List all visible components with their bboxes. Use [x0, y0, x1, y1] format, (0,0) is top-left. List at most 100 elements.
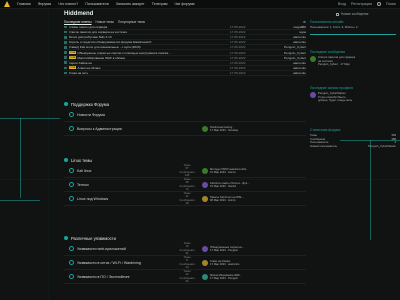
thread-icon	[64, 30, 67, 34]
section-support: Поддержка Форума Новости Форума Вопросы к …	[64, 100, 306, 136]
forum-name[interactable]: Kali linux	[77, 169, 172, 173]
thread-date: 17.05.2022	[230, 65, 246, 70]
thread-title[interactable]: Серия Хайна на	[69, 61, 230, 65]
avatar[interactable]	[202, 167, 208, 174]
forum-name[interactable]: Уязвимости в ПО / Эксплойтинг	[77, 275, 172, 279]
latest-threads-block: Последние ответы Новые темы Популярные т…	[64, 19, 306, 76]
thread-title[interactable]: Атаки на облако	[77, 66, 230, 70]
circuit-line	[370, 140, 371, 240]
forum-last-post[interactable]: Kali-linux пакеты Termux - Для... 15 Мар …	[202, 181, 306, 188]
thread-title[interactable]: Релиз дистрибутива Tails 4.13	[69, 35, 230, 39]
thread-tag[interactable]: Слив	[68, 56, 77, 60]
thread-date: 17.05.2022	[230, 50, 246, 55]
thread-row[interactable]: Атака на сеть 17.05.2022 aiarrenko	[64, 71, 306, 76]
page-title: Hiddmend	[64, 11, 94, 17]
tab-latest[interactable]: Последние ответы	[64, 20, 92, 24]
nav-home[interactable]: Главная	[17, 2, 31, 6]
section-icon	[64, 102, 68, 106]
section-vulns: Различные уязвимости Уязвимости web-прило…	[64, 234, 306, 284]
tab-new[interactable]: Новые темы	[96, 20, 114, 24]
thread-author[interactable]: Penguin_Cyberi	[270, 51, 306, 55]
forum-icon	[69, 126, 74, 131]
thread-title[interactable]: Масштабирование WAF в облаке	[77, 56, 230, 60]
avatar[interactable]	[310, 56, 316, 62]
thread-icon	[64, 66, 67, 70]
stats-row: Новый пользователь Penguin_CyberMaster	[310, 143, 396, 149]
avatar[interactable]	[202, 273, 208, 280]
forum-last-post[interactable]: Атаки на облако 17 Мар 2023 · aiarrenko	[202, 259, 306, 266]
forum-last-post[interactable]: Обнаруженные открытые... 17 Мар 2023 · Pe…	[202, 245, 306, 252]
thread-tag[interactable]: Слив	[68, 66, 77, 70]
forum-name[interactable]: Termux	[77, 183, 172, 187]
nav-account[interactable]: Записать аккаунт	[116, 2, 145, 6]
thread-author[interactable]: aiarrenko	[270, 35, 306, 39]
thread-date: 17.05.2022	[230, 55, 246, 60]
forum-icon	[69, 260, 74, 265]
thread-tag[interactable]: Слив	[68, 51, 77, 55]
thread-author[interactable]: Penguin_Cyberi	[270, 45, 306, 49]
thread-author[interactable]: aiarrenko	[270, 66, 306, 70]
thread-author[interactable]: Penguin_Cyberi	[270, 56, 306, 60]
last-post-meta: 15 Мар 2023 · Neirkd	[210, 184, 236, 188]
nav-whats-new[interactable]: Что нового?	[58, 2, 78, 6]
logo-icon[interactable]	[4, 1, 10, 7]
forum-name[interactable]: Новости Форума	[77, 113, 172, 117]
forum-row: Termux Темы 38 Сообщения 72 Kali-linux пак…	[64, 177, 306, 192]
forum-row: Linux под Windows Темы 11 Сообщения 18 Пак…	[64, 190, 306, 206]
avatar[interactable]	[202, 259, 208, 266]
thread-title[interactable]: Список пакетов для сервера на хостинге	[69, 30, 230, 34]
forum-stats: Темы 11 Сообщения 18	[179, 190, 195, 205]
forum-name[interactable]: Уязвимости web-приложений	[77, 247, 172, 251]
sidebar-chat: Последние сообщения Список пакетов для с…	[310, 50, 396, 67]
thread-title[interactable]: Атака на сеть	[69, 71, 230, 75]
tab-popular[interactable]: Популярные темы	[118, 20, 145, 24]
avatar[interactable]	[202, 181, 208, 188]
avatar[interactable]	[310, 92, 316, 98]
last-post-meta: 17 Мар 2023 · Penguin	[210, 276, 238, 280]
avatar[interactable]	[202, 125, 208, 132]
stats-key: Новый пользователь	[310, 143, 338, 148]
sidebar-profile-posts: Последние записи профиля Penguin_CyberMa…	[310, 86, 396, 103]
section-icon	[64, 236, 68, 240]
online-heading: Пользователи онлайн	[310, 20, 344, 24]
forum-last-post[interactable]: Масштабирование WAF... 17 Мар 2023 · Peng…	[202, 273, 306, 280]
forum-stats: Темы 8 Сообщения 14	[179, 254, 195, 269]
avatar[interactable]	[202, 245, 208, 252]
section-title[interactable]: Linux темы	[71, 158, 92, 163]
forum-last-post[interactable]: Пакеты Kali Linux на WSL... 08 Мар 2023 ·…	[202, 195, 306, 202]
thread-title[interactable]: Сливы газеты для сервера	[69, 25, 230, 29]
nav-telegram[interactable]: Телеграм	[152, 2, 168, 6]
forum-row: Kali linux Темы 67 Сообщения 135 Методы OS…	[64, 163, 306, 178]
login-link[interactable]: Вход	[338, 2, 346, 6]
search-link[interactable]: Поиск	[386, 2, 396, 6]
thread-author[interactable]: mega888	[270, 25, 306, 29]
search-icon[interactable]	[377, 2, 382, 6]
forum-name[interactable]: Уязвимости в сетях / Wi-Fi / Wardriving	[77, 261, 172, 265]
avatar[interactable]	[202, 195, 208, 202]
forum-name[interactable]: Вопросы к Администрации	[77, 127, 172, 131]
nav-members[interactable]: Пользователи	[85, 2, 108, 6]
thread-title[interactable]: Апрель и средство обнаруживается форума …	[69, 40, 230, 44]
thread-author[interactable]: ядов	[270, 30, 306, 34]
thread-date: 17.05.2022	[230, 40, 246, 45]
section-title[interactable]: Различные уязвимости	[71, 236, 116, 241]
gear-icon[interactable]: ⚙	[303, 20, 306, 24]
section-header[interactable]: Поддержка Форума	[64, 100, 306, 108]
thread-title[interactable]: [Сквер] Kali Linux для изначальных - с н…	[69, 45, 230, 49]
forum-stats: Темы 16 Сообщения 31	[179, 240, 195, 255]
thread-author[interactable]: aiarrenko	[270, 40, 306, 44]
chat-heading: Последние сообщения	[310, 50, 346, 54]
forum-name[interactable]: Linux под Windows	[77, 197, 172, 201]
thread-title[interactable]: Обнаружены открытые партии с помощью инс…	[77, 51, 230, 55]
forum-last-post[interactable]: Методы OSINT-анализа кибе... 16 Мар 2023 …	[202, 167, 306, 174]
new-posts-button[interactable]: Новые сообщения	[336, 12, 368, 16]
thread-author[interactable]: aiarrenko	[270, 61, 306, 65]
section-title[interactable]: Поддержка Форума	[71, 102, 109, 107]
register-link[interactable]: Регистрация	[351, 2, 372, 6]
thread-date: 17.05.2022	[230, 60, 246, 65]
last-post-meta: 16 Мар 2023 · ksinnx	[210, 170, 236, 174]
nav-chat[interactable]: Чат форума	[174, 2, 194, 6]
nav-forums[interactable]: Форумы	[38, 2, 52, 6]
forum-last-post[interactable]: Noxiboxsecroaring 17 Мар 2023 · Noxiway	[202, 125, 306, 132]
thread-author[interactable]: aiarrenko	[270, 71, 306, 75]
